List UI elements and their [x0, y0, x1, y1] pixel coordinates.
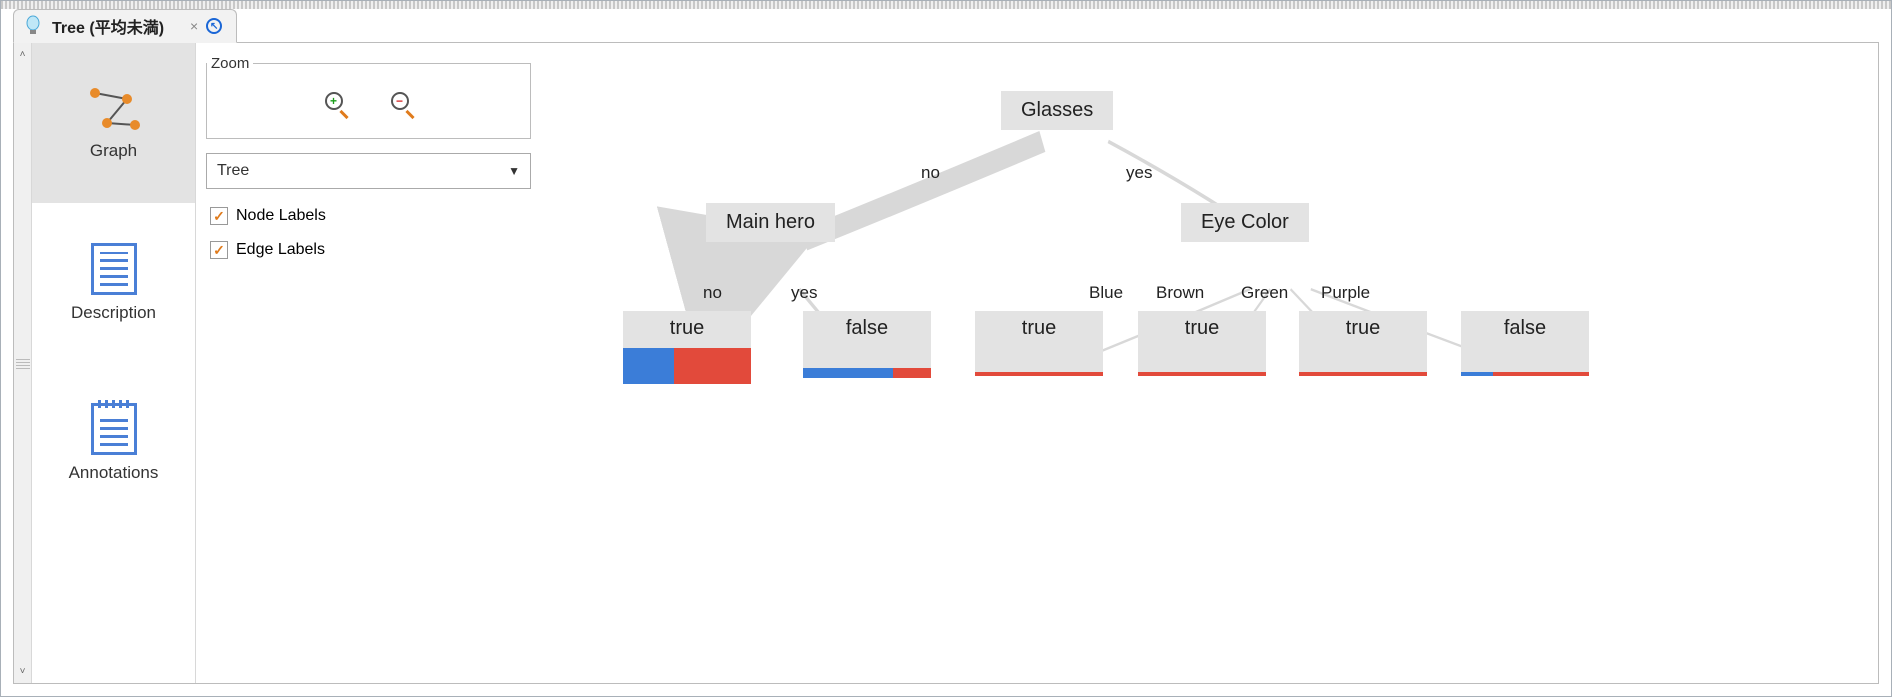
lightbulb-icon: [24, 15, 42, 37]
dropdown-value: Tree: [217, 162, 249, 180]
sidebar-item-annotations[interactable]: Annotations: [32, 363, 195, 523]
sidebar: Graph Description Annotations: [32, 43, 196, 683]
annotations-icon: [91, 403, 137, 455]
sidebar-item-label: Annotations: [69, 463, 159, 483]
checkbox-label: Edge Labels: [236, 241, 325, 259]
edge-label: yes: [1126, 163, 1152, 183]
vertical-scrollbar[interactable]: ˄ ˅: [14, 43, 32, 683]
edge-label: Blue: [1089, 283, 1123, 303]
tree-leaf[interactable]: true: [623, 311, 751, 384]
checkbox-checked-icon: ✓: [210, 241, 228, 259]
tab-strip: Tree (平均未満) × ↖: [13, 9, 1879, 43]
edge-label: yes: [791, 283, 817, 303]
main-panel: ˄ ˅ Graph: [13, 42, 1879, 684]
tree-leaf[interactable]: false: [1461, 311, 1589, 376]
sidebar-item-graph[interactable]: Graph: [32, 43, 195, 203]
checkbox-node-labels[interactable]: ✓ Node Labels: [210, 207, 531, 225]
sidebar-item-label: Description: [71, 303, 156, 323]
zoom-group: Zoom + −: [206, 55, 531, 139]
tree-node-main-hero[interactable]: Main hero: [706, 203, 835, 242]
edge-label: Green: [1241, 283, 1288, 303]
tree-node-eye-color[interactable]: Eye Color: [1181, 203, 1309, 242]
zoom-out-icon: −: [391, 92, 409, 110]
zoom-in-button[interactable]: +: [323, 92, 349, 118]
tree-node-root[interactable]: Glasses: [1001, 91, 1113, 130]
checkbox-label: Node Labels: [236, 207, 326, 225]
checkbox-edge-labels[interactable]: ✓ Edge Labels: [210, 241, 531, 259]
tree-leaf[interactable]: true: [1299, 311, 1427, 376]
tab-tree[interactable]: Tree (平均未満) × ↖: [13, 9, 237, 43]
checkbox-checked-icon: ✓: [210, 207, 228, 225]
tree-canvas[interactable]: Glasses no yes Main hero Eye Color no ye…: [541, 43, 1878, 683]
refresh-icon[interactable]: ↖: [206, 18, 222, 34]
sidebar-item-description[interactable]: Description: [32, 203, 195, 363]
edge-label: no: [703, 283, 722, 303]
layout-dropdown[interactable]: Tree ▼: [206, 153, 531, 189]
controls-panel: Zoom + − Tree ▼ ✓ Node Labels: [196, 43, 541, 683]
sidebar-item-label: Graph: [90, 141, 137, 161]
chevron-down-icon: ▼: [508, 164, 520, 178]
zoom-out-button[interactable]: −: [389, 92, 415, 118]
zoom-legend: Zoom: [207, 55, 253, 72]
document-icon: [91, 243, 137, 295]
edge-label: Brown: [1156, 283, 1204, 303]
tree-leaf[interactable]: false: [803, 311, 931, 378]
close-icon[interactable]: ×: [190, 18, 198, 34]
zoom-in-icon: +: [325, 92, 343, 110]
tree-leaf[interactable]: true: [1138, 311, 1266, 376]
window-dash-border: [1, 1, 1891, 9]
scroll-down-icon[interactable]: ˅: [20, 660, 26, 683]
edge-label: Purple: [1321, 283, 1370, 303]
tree-leaf[interactable]: true: [975, 311, 1103, 376]
tab-title: Tree (平均未満): [52, 14, 164, 38]
scroll-up-icon[interactable]: ˄: [20, 43, 26, 66]
scroll-grip-icon[interactable]: [16, 357, 30, 369]
edge-label: no: [921, 163, 940, 183]
graph-icon: [87, 85, 141, 133]
